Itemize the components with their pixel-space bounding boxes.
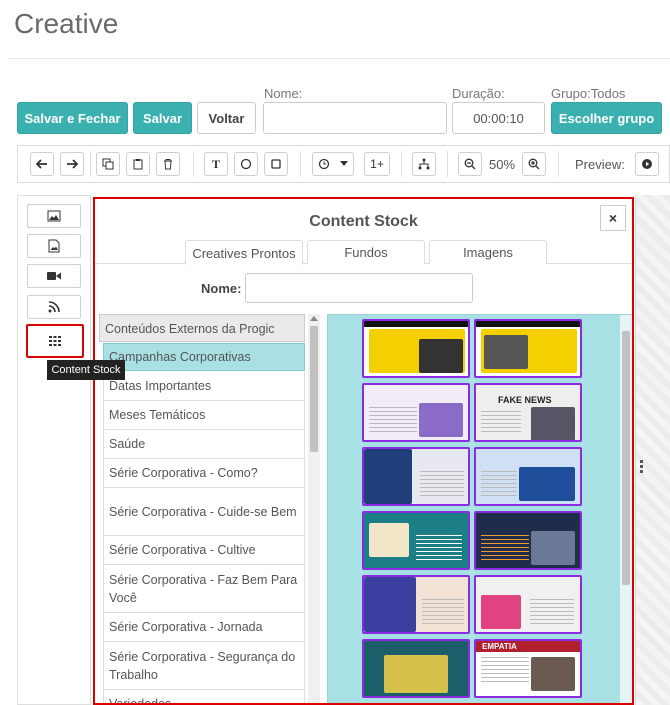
name-input[interactable]	[263, 102, 447, 134]
rss-icon	[48, 301, 60, 313]
delete-button[interactable]	[156, 152, 180, 176]
creative-thumbnail[interactable]: EMPATIA	[474, 639, 582, 698]
square-icon	[271, 159, 281, 169]
insert-rss-button[interactable]	[27, 295, 81, 319]
category-item[interactable]: Série Corporativa - Segurança do Trabalh…	[103, 642, 305, 690]
creative-thumbnail[interactable]	[362, 383, 470, 442]
creative-thumbnail[interactable]	[474, 319, 582, 378]
align-button[interactable]	[412, 152, 436, 176]
content-stock-tooltip: Content Stock	[47, 360, 125, 380]
creative-thumbnail[interactable]	[362, 319, 470, 378]
creative-thumbnail[interactable]	[362, 639, 470, 698]
editor-toolbar: T 1+ 50% Preview:	[17, 145, 670, 183]
creative-thumbnail[interactable]	[362, 575, 470, 634]
tab-creatives-prontos[interactable]: Creatives Prontos	[185, 240, 303, 265]
caret-down-icon	[340, 161, 348, 166]
resize-handle[interactable]	[640, 460, 643, 474]
image-icon	[47, 210, 61, 222]
text-tool-button[interactable]: T	[204, 152, 228, 176]
image-file-icon	[48, 239, 60, 253]
category-list: Conteúdos Externos da Progic Campanhas C…	[99, 314, 305, 703]
content-stock-button[interactable]	[26, 324, 84, 358]
editor-canvas[interactable]	[635, 195, 670, 705]
modal-name-label: Nome:	[201, 281, 242, 296]
category-item[interactable]: Datas Importantes	[103, 372, 305, 401]
save-and-close-button[interactable]: Salvar e Fechar	[17, 102, 128, 134]
choose-group-button[interactable]: Escolher grupo	[551, 102, 662, 134]
undo-button[interactable]	[30, 152, 54, 176]
close-button[interactable]: ×	[600, 205, 626, 231]
arrow-left-icon	[36, 159, 47, 169]
zoom-in-button[interactable]	[522, 152, 546, 176]
zoom-out-button[interactable]	[458, 152, 482, 176]
insert-image-button[interactable]	[27, 204, 81, 228]
insert-picture-file-button[interactable]	[27, 234, 81, 258]
paste-icon	[133, 159, 143, 170]
modal-title: Content Stock	[309, 213, 418, 230]
trash-icon	[164, 159, 172, 170]
category-item[interactable]: Variedades	[103, 690, 305, 703]
back-button[interactable]: Voltar	[197, 102, 256, 134]
zoom-in-icon	[528, 158, 540, 170]
repeat-button[interactable]: 1+	[364, 152, 390, 176]
video-camera-icon	[47, 272, 61, 280]
name-label: Nome:	[264, 86, 303, 101]
category-item[interactable]: Saúde	[103, 430, 305, 459]
category-item[interactable]: Campanhas Corporativas	[103, 343, 305, 371]
modal-tabs: Creatives Prontos Fundos Imagens	[95, 240, 632, 265]
creative-thumbnail[interactable]: FAKE NEWS	[474, 383, 582, 442]
timer-dropdown[interactable]	[312, 152, 354, 176]
insert-video-button[interactable]	[27, 264, 81, 288]
play-circle-icon	[642, 159, 652, 169]
copy-icon	[102, 158, 114, 170]
hierarchy-icon	[418, 158, 430, 170]
circle-icon	[240, 158, 252, 170]
save-button[interactable]: Salvar	[133, 102, 192, 134]
zoom-out-icon	[464, 158, 476, 170]
creative-thumbnail[interactable]	[474, 575, 582, 634]
creative-thumbnail[interactable]	[362, 511, 470, 570]
tab-fundos[interactable]: Fundos	[307, 240, 425, 264]
preview-play-button[interactable]	[635, 152, 659, 176]
rectangle-tool-button[interactable]	[264, 152, 288, 176]
creative-thumbnail[interactable]	[474, 511, 582, 570]
page-title: Creative	[14, 8, 119, 39]
category-item[interactable]: Série Corporativa - Cuide-se Bem	[103, 488, 305, 536]
preview-label: Preview:	[575, 157, 625, 172]
paste-button[interactable]	[126, 152, 150, 176]
category-scrollbar[interactable]	[308, 314, 320, 703]
category-item[interactable]: Série Corporativa - Faz Bem Para Você	[103, 565, 305, 613]
category-item[interactable]: Série Corporativa - Como?	[103, 459, 305, 488]
tab-imagens[interactable]: Imagens	[429, 240, 547, 264]
redo-button[interactable]	[60, 152, 84, 176]
header-divider	[8, 58, 670, 59]
category-item[interactable]: Meses Temáticos	[103, 401, 305, 430]
circle-tool-button[interactable]	[234, 152, 258, 176]
creative-thumbnail[interactable]	[474, 447, 582, 506]
category-item[interactable]: Série Corporativa - Jornada	[103, 613, 305, 642]
category-item[interactable]: Série Corporativa - Cultive	[103, 536, 305, 565]
grid-icon	[49, 336, 61, 346]
group-label: Grupo:Todos	[551, 86, 626, 101]
thumbnail-scrollbar[interactable]	[620, 315, 632, 703]
copy-button[interactable]	[96, 152, 120, 176]
modal-name-input[interactable]	[245, 273, 473, 303]
content-stock-modal: Content Stock × Creatives Prontos Fundos…	[93, 197, 634, 705]
duration-input[interactable]: 00:00:10	[452, 102, 545, 134]
insert-sidebar	[17, 195, 91, 705]
creative-thumbnail[interactable]	[362, 447, 470, 506]
zoom-level: 50%	[489, 157, 516, 172]
clock-icon	[318, 158, 330, 170]
thumbnail-grid: FAKE NEWS EMPATIA	[327, 314, 632, 703]
arrow-right-icon	[67, 159, 78, 169]
duration-label: Duração:	[452, 86, 505, 101]
category-header[interactable]: Conteúdos Externos da Progic	[99, 314, 305, 342]
